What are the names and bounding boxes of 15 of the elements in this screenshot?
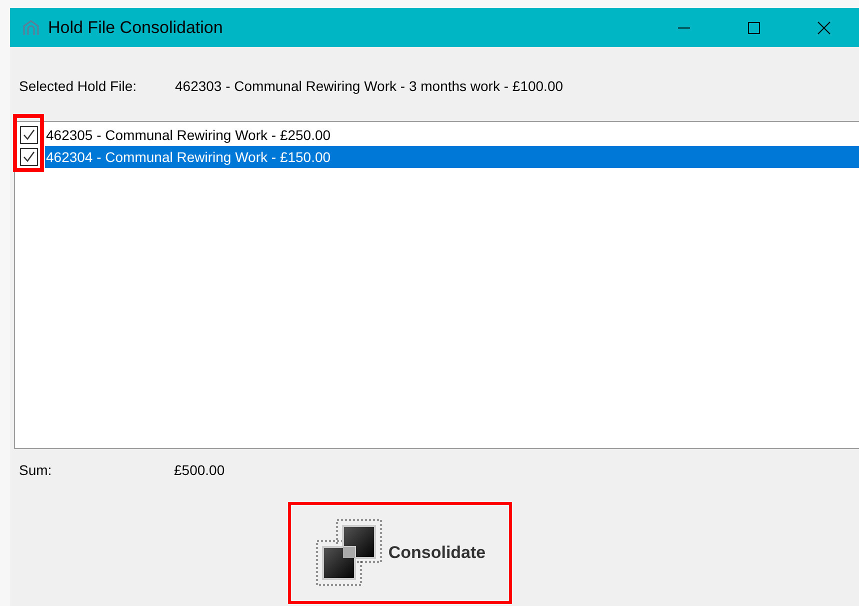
sum-label: Sum: (19, 460, 53, 480)
sum-value: £500.00 (174, 460, 225, 480)
selected-hold-file-text: 462303 - Communal Rewiring Work - 3 months work - £100.00 (175, 76, 564, 96)
checkbox[interactable] (20, 148, 38, 166)
maximize-icon (747, 20, 761, 34)
checkbox[interactable] (20, 126, 38, 144)
list-item[interactable]: 462304 - Communal Rewiring Work - £150.00 (45, 146, 859, 168)
window-title: Hold File Consolidation (48, 16, 223, 39)
consolidate-button[interactable]: Consolidate (288, 502, 512, 604)
field-label: Selected Hold File: (19, 76, 138, 96)
app-icon (22, 20, 40, 36)
close-icon (817, 20, 831, 34)
minimize-icon (677, 26, 691, 28)
overlapping-squares-icon (314, 518, 384, 588)
list-item[interactable]: 462305 - Communal Rewiring Work - £250.00 (45, 124, 859, 146)
